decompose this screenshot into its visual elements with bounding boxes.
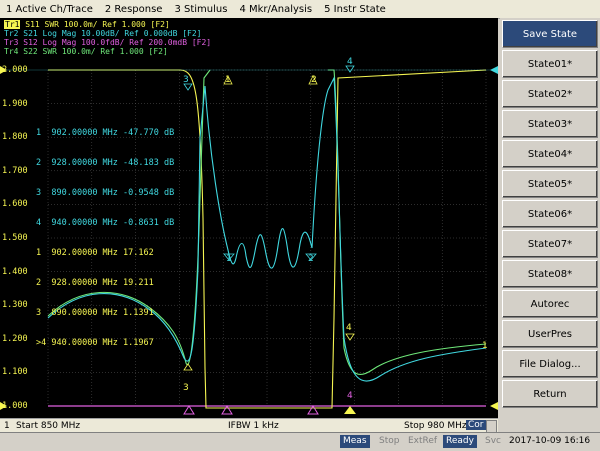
softkey-state05[interactable]: State05* — [502, 170, 598, 198]
softkey-state07[interactable]: State07* — [502, 230, 598, 258]
stop-freq[interactable]: Stop 980 MHz — [404, 421, 467, 431]
softkey-userpres[interactable]: UserPres — [502, 320, 598, 348]
softkey-state03[interactable]: State03* — [502, 110, 598, 138]
menu-instr-state[interactable]: 5 Instr State — [318, 4, 392, 15]
softkey-state08[interactable]: State08* — [502, 260, 598, 288]
y-tick-label: 1.400 — [2, 266, 28, 277]
softkey-state06[interactable]: State06* — [502, 200, 598, 228]
meas-indicator: Meas — [340, 435, 370, 448]
svg-text:1: 1 — [482, 341, 488, 351]
start-freq[interactable]: Start 850 MHz — [16, 421, 80, 431]
menu-mkr-analysis[interactable]: 4 Mkr/Analysis — [233, 4, 318, 15]
trace-display[interactable]: 3 1 2 4 1 2 3 4 1 4 Tr1 S11 SWR 100.0m/ … — [0, 18, 498, 418]
svg-text:4: 4 — [346, 323, 352, 333]
trace-legend-tr2[interactable]: Tr2 S21 Log Mag 10.00dB/ Ref 0.000dB [F2… — [4, 29, 211, 38]
y-tick-label: 1.600 — [2, 199, 28, 210]
softkey-state04[interactable]: State04* — [502, 140, 598, 168]
menu-stimulus[interactable]: 3 Stimulus — [168, 4, 233, 15]
y-tick-label: 1.500 — [2, 233, 28, 243]
y-tick-label: 1.200 — [2, 333, 28, 344]
menu-active-ch-trace[interactable]: 1 Active Ch/Trace — [0, 4, 99, 15]
svg-text:4: 4 — [347, 391, 353, 401]
trace-legend-tr4[interactable]: Tr4 S22 SWR 100.0m/ Ref 1.000 [F2] — [4, 47, 211, 56]
y-tick-label: 1.800 — [2, 132, 28, 143]
svc-indicator: Svc — [485, 436, 501, 446]
cor-badge: Cor — [466, 420, 486, 430]
svg-text:1: 1 — [226, 254, 232, 264]
softkey-panel: Save State State01* State02* State03* State0… — [500, 18, 600, 432]
datetime: 2017-10-09 16:16 — [509, 436, 591, 446]
trace-legend-tr3[interactable]: Tr3 S12 Log Mag 100.0fdB/ Ref 200.0mdB [… — [4, 38, 211, 47]
softkey-save-state[interactable]: Save State — [502, 20, 598, 48]
y-tick-label: 1.700 — [2, 165, 28, 176]
softkey-return[interactable]: Return — [502, 380, 598, 408]
ifbw[interactable]: IFBW 1 kHz — [228, 421, 279, 431]
svg-text:3: 3 — [183, 383, 189, 393]
y-tick-label: 1.300 — [2, 300, 28, 311]
softkey-autorec[interactable]: Autorec — [502, 290, 598, 318]
stop-indicator: Stop — [379, 436, 400, 446]
channel-status-bar: 1 Start 850 MHz IFBW 1 kHz Stop 980 MHz … — [0, 418, 498, 433]
svg-text:2: 2 — [311, 75, 317, 85]
channel-number: 1 — [4, 421, 10, 431]
menu-response[interactable]: 2 Response — [99, 4, 169, 15]
menu-bar: 1 Active Ch/Trace 2 Response 3 Stimulus … — [0, 0, 600, 19]
trace-legend: Tr1 S11 SWR 100.0m/ Ref 1.000 [F2] Tr2 S… — [4, 20, 211, 56]
y-tick-label: 1.000 — [2, 401, 28, 411]
softkey-state02[interactable]: State02* — [502, 80, 598, 108]
instrument-status-bar: Meas Stop ExtRef Ready Svc 2017-10-09 16… — [0, 432, 600, 451]
ref-marker-bottom-right-icon — [490, 402, 498, 410]
y-tick-label: 1.100 — [2, 367, 28, 378]
extref-indicator: ExtRef — [408, 436, 438, 446]
svg-text:2: 2 — [308, 254, 314, 264]
ref-marker-right-icon — [490, 66, 498, 74]
y-tick-label: 1.900 — [2, 98, 28, 109]
ready-indicator: Ready — [443, 435, 477, 448]
softkey-state01[interactable]: State01* — [502, 50, 598, 78]
svg-text:3: 3 — [183, 75, 189, 85]
y-tick-label: 2.000 — [2, 65, 28, 75]
svg-text:4: 4 — [347, 57, 353, 67]
softkey-file-dialog[interactable]: File Dialog... — [502, 350, 598, 378]
trace-legend-tr1[interactable]: Tr1 S11 SWR 100.0m/ Ref 1.000 [F2] — [4, 20, 211, 29]
stimulus-markers — [183, 405, 319, 415]
marker-table: 1 902.00000 MHz -47.770 dB 2 928.00000 M… — [36, 128, 175, 348]
active-marker-icon — [344, 406, 356, 414]
